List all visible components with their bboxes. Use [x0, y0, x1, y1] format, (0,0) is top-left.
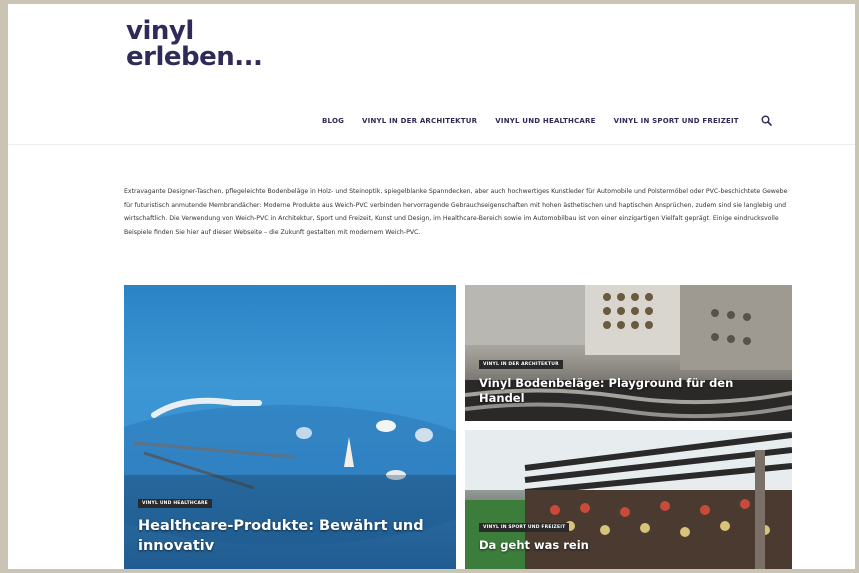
post-title[interactable]: Healthcare-Produkte: Bewährt und innovat…	[138, 516, 438, 556]
post-tile-bodenbelaege[interactable]: VINYL IN DER ARCHITEKTUR Vinyl Bodenbelä…	[465, 285, 792, 421]
intro-text: Extravagante Designer-Taschen, pflegelei…	[124, 188, 788, 236]
post-title[interactable]: Da geht was rein	[479, 538, 779, 553]
category-badge[interactable]: VINYL IN DER ARCHITEKTUR	[479, 360, 563, 369]
nav-item-healthcare[interactable]: VINYL UND HEALTHCARE	[495, 117, 595, 125]
nav-item-sport-freizeit[interactable]: VINYL IN SPORT UND FREIZEIT	[614, 117, 739, 125]
nav-item-architektur[interactable]: VINYL IN DER ARCHITEKTUR	[362, 117, 477, 125]
post-tile-da-geht-was-rein[interactable]: VINYL IN SPORT UND FREIZEIT Da geht was …	[465, 430, 792, 569]
category-badge[interactable]: VINYL IN SPORT UND FREIZEIT	[479, 523, 570, 532]
page: vinyl erleben... BLOG VINYL IN DER ARCHI…	[8, 4, 855, 569]
site-header: vinyl erleben... BLOG VINYL IN DER ARCHI…	[8, 4, 855, 145]
post-title[interactable]: Vinyl Bodenbeläge: Playground für den Ha…	[479, 376, 779, 406]
main-nav: BLOG VINYL IN DER ARCHITEKTUR VINYL UND …	[322, 115, 772, 126]
category-badge[interactable]: VINYL UND HEALTHCARE	[138, 499, 212, 508]
logo-line-1: vinyl	[126, 16, 194, 46]
nav-item-blog[interactable]: BLOG	[322, 117, 344, 125]
search-icon[interactable]	[761, 115, 772, 126]
site-logo[interactable]: vinyl erleben...	[126, 16, 263, 72]
post-tile-healthcare[interactable]: VINYL UND HEALTHCARE Healthcare-Produkte…	[124, 285, 456, 569]
logo-line-2: erleben...	[126, 42, 263, 72]
